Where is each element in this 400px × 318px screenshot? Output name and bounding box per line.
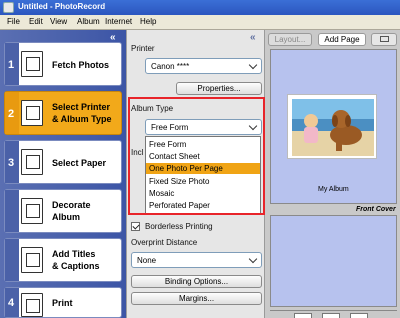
- menu-album[interactable]: Album: [77, 17, 100, 26]
- chevron-down-icon: [248, 61, 259, 71]
- menu-internet[interactable]: Internet: [105, 17, 132, 26]
- cover-photo[interactable]: [287, 94, 377, 159]
- overprint-select[interactable]: None: [131, 252, 262, 268]
- printer-select[interactable]: Canon ****: [145, 58, 262, 74]
- layout-button[interactable]: Layout...: [268, 33, 312, 46]
- page-thumb[interactable]: [350, 313, 368, 318]
- page-thumb[interactable]: [322, 313, 340, 318]
- step-number: 3: [8, 157, 15, 169]
- step-select-printer[interactable]: 2 Select Printer & Album Type: [4, 91, 122, 135]
- step-label-line2: & Album Type: [52, 114, 112, 124]
- step-print[interactable]: 4 Print: [4, 287, 122, 318]
- printer-value: Canon ****: [151, 62, 190, 71]
- step-label-line2: & Captions: [52, 261, 100, 271]
- menu-view[interactable]: View: [50, 17, 67, 26]
- step-label: Print: [52, 298, 73, 308]
- properties-button[interactable]: Properties...: [176, 82, 262, 95]
- step-select-paper[interactable]: 3 Select Paper: [4, 140, 122, 184]
- photo-folder-icon: [21, 51, 43, 77]
- step-add-titles[interactable]: Add Titles & Captions: [4, 238, 122, 282]
- album-caption: My Album: [318, 186, 349, 193]
- overprint-label: Overprint Distance: [131, 238, 198, 247]
- margins-button[interactable]: Margins...: [131, 292, 262, 305]
- view-icon: [379, 36, 389, 42]
- printer-label: Printer: [131, 44, 155, 53]
- menu-bar: File Edit View Album Internet Help: [0, 15, 400, 30]
- step-panel: « 1 Fetch Photos 2 Select Printer & Albu…: [0, 30, 126, 318]
- step-fetch-photos[interactable]: 1 Fetch Photos: [4, 42, 122, 86]
- page-thumb[interactable]: [294, 313, 312, 318]
- title-bar: Untitled - PhotoRecord: [0, 0, 400, 15]
- page-strip: [270, 310, 397, 318]
- add-page-button[interactable]: Add Page: [318, 33, 366, 46]
- step-label: Select Paper: [52, 158, 107, 168]
- step-label: Add Titles: [52, 249, 96, 259]
- step-label-line2: Album: [52, 212, 80, 222]
- album-type-icon: [21, 100, 43, 126]
- print-icon: [21, 293, 43, 317]
- front-cover-label: Front Cover: [356, 206, 396, 213]
- step-label: Fetch Photos: [52, 60, 110, 70]
- view-options-button[interactable]: [371, 33, 397, 46]
- borderless-label: Borderless Printing: [145, 222, 213, 231]
- step-number: 4: [8, 297, 15, 309]
- highlight-box: [128, 97, 265, 215]
- overprint-value: None: [137, 256, 157, 265]
- child-and-dog-image: [292, 99, 374, 156]
- binding-options-button[interactable]: Binding Options...: [131, 275, 262, 288]
- step-label: Select Printer: [52, 102, 111, 112]
- borderless-checkbox[interactable]: [131, 222, 140, 231]
- step-decorate-album[interactable]: Decorate Album: [4, 189, 122, 233]
- step-number: 2: [8, 108, 15, 120]
- step-label: Decorate: [52, 200, 91, 210]
- window-title: Untitled - PhotoRecord: [18, 2, 106, 11]
- step-number: 1: [8, 59, 15, 71]
- menu-edit[interactable]: Edit: [29, 17, 43, 26]
- album-page-next[interactable]: [270, 215, 397, 307]
- menu-file[interactable]: File: [7, 17, 20, 26]
- collapse-settings-icon[interactable]: «: [250, 32, 256, 43]
- decorate-icon: [21, 198, 43, 224]
- menu-help[interactable]: Help: [140, 17, 156, 26]
- app-icon: [3, 2, 14, 13]
- paper-question-icon: [21, 149, 43, 175]
- text-tool-icon: [21, 247, 43, 273]
- chevron-down-icon: [248, 255, 259, 265]
